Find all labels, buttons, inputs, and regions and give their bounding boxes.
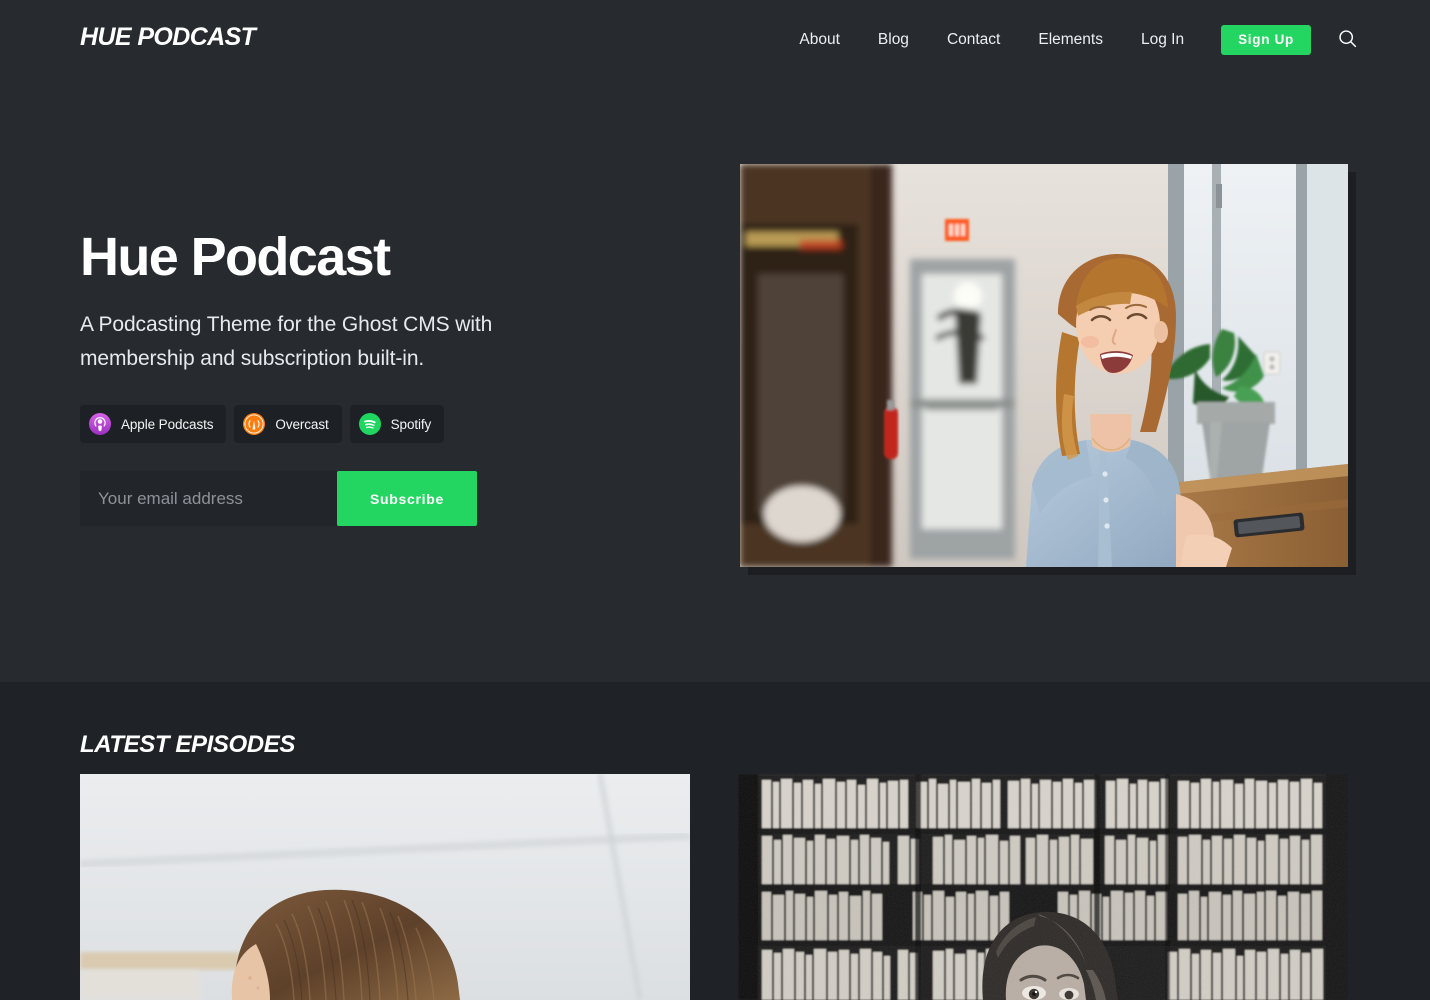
- section-title-latest-episodes: LATEST EPISODES: [80, 731, 295, 758]
- podcast-link-label: Overcast: [275, 416, 329, 432]
- hero-title: Hue Podcast: [80, 227, 391, 287]
- podcast-link-spotify[interactable]: Spotify: [349, 405, 445, 444]
- podcast-link-label: Spotify: [390, 416, 432, 432]
- main-navigation: About Blog Contact Elements Log In Sign …: [799, 24, 1358, 56]
- episode-grid: [80, 774, 1350, 1000]
- subscribe-button[interactable]: Subscribe: [337, 471, 477, 527]
- nav-link-login[interactable]: Log In: [1122, 24, 1203, 56]
- episode-card[interactable]: [738, 774, 1348, 1000]
- apple-podcasts-icon: [89, 413, 111, 436]
- page-root: HUE PODCAST About Blog Contact Elements …: [0, 0, 1430, 1000]
- subscribe-form: Subscribe: [80, 471, 477, 527]
- hero-image: [740, 164, 1348, 567]
- site-header: HUE PODCAST About Blog Contact Elements …: [0, 0, 1430, 78]
- podcast-link-label: Apple Podcasts: [121, 416, 214, 432]
- hero-subtitle: A Podcasting Theme for the Ghost CMS wit…: [80, 313, 493, 371]
- nav-link-blog[interactable]: Blog: [859, 24, 928, 56]
- podcast-link-apple-podcasts[interactable]: Apple Podcasts: [80, 405, 227, 444]
- podcast-platform-links: Apple Podcasts Overcast Spotify: [80, 405, 640, 444]
- overcast-icon: [243, 413, 266, 436]
- podcast-link-overcast[interactable]: Overcast: [234, 405, 342, 444]
- spotify-icon: [358, 413, 381, 436]
- hero-section: HUE PODCAST About Blog Contact Elements …: [0, 0, 1430, 682]
- nav-link-contact[interactable]: Contact: [928, 24, 1019, 56]
- email-input[interactable]: [80, 471, 337, 527]
- episode-card[interactable]: [80, 774, 690, 1000]
- site-logo[interactable]: HUE PODCAST: [80, 23, 256, 52]
- nav-link-about[interactable]: About: [799, 24, 859, 56]
- latest-episodes-section: LATEST EPISODES: [0, 682, 1430, 1000]
- nav-link-elements[interactable]: Elements: [1019, 24, 1122, 56]
- search-button[interactable]: [1337, 28, 1358, 52]
- hero-copy: Hue Podcast A Podcasting Theme for the G…: [80, 227, 640, 527]
- search-icon: [1337, 28, 1358, 52]
- signup-button[interactable]: Sign Up: [1221, 24, 1311, 56]
